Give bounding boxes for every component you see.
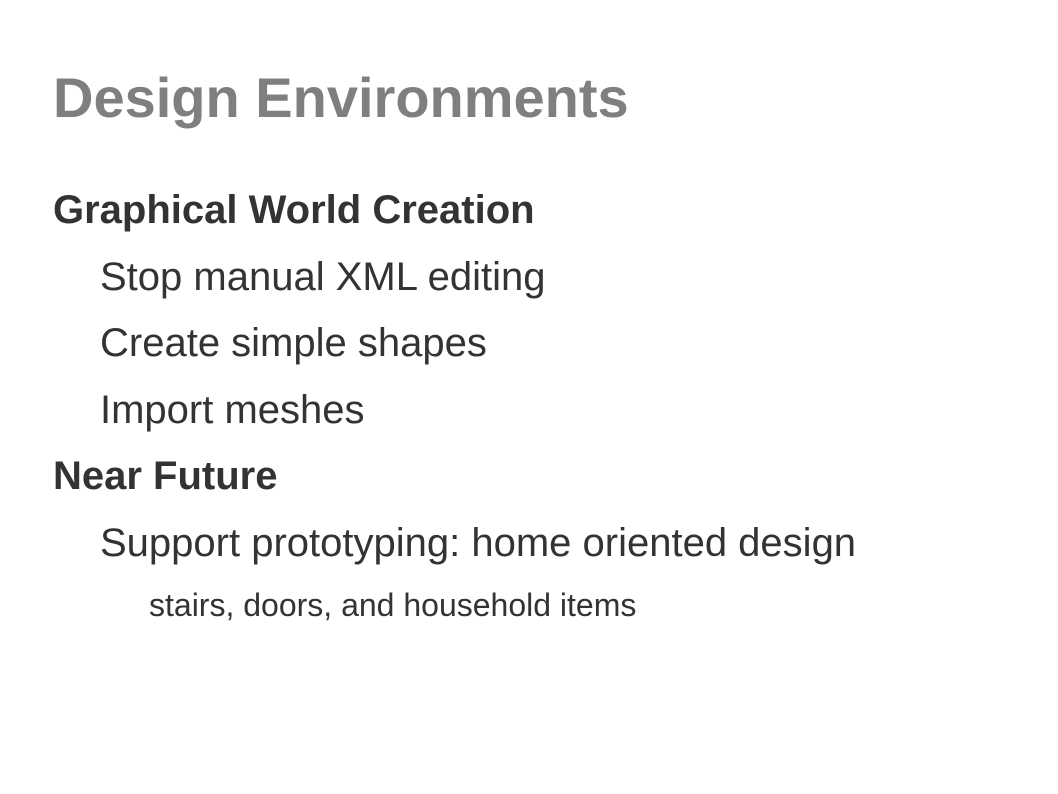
section-heading-near-future: Near Future (53, 454, 278, 498)
slide-title: Design Environments (53, 66, 629, 129)
bullet-support-prototyping: Support prototyping: home oriented desig… (100, 521, 857, 565)
bullet-create-simple-shapes: Create simple shapes (100, 321, 487, 365)
section-heading-graphical-world-creation: Graphical World Creation (53, 188, 535, 232)
bullet-import-meshes: Import meshes (100, 388, 365, 432)
bullet-stop-manual-xml-editing: Stop manual XML editing (100, 255, 546, 299)
subbullet-stairs-doors-household-items: stairs, doors, and household items (149, 587, 637, 623)
slide: Design Environments Graphical World Crea… (0, 0, 1058, 794)
